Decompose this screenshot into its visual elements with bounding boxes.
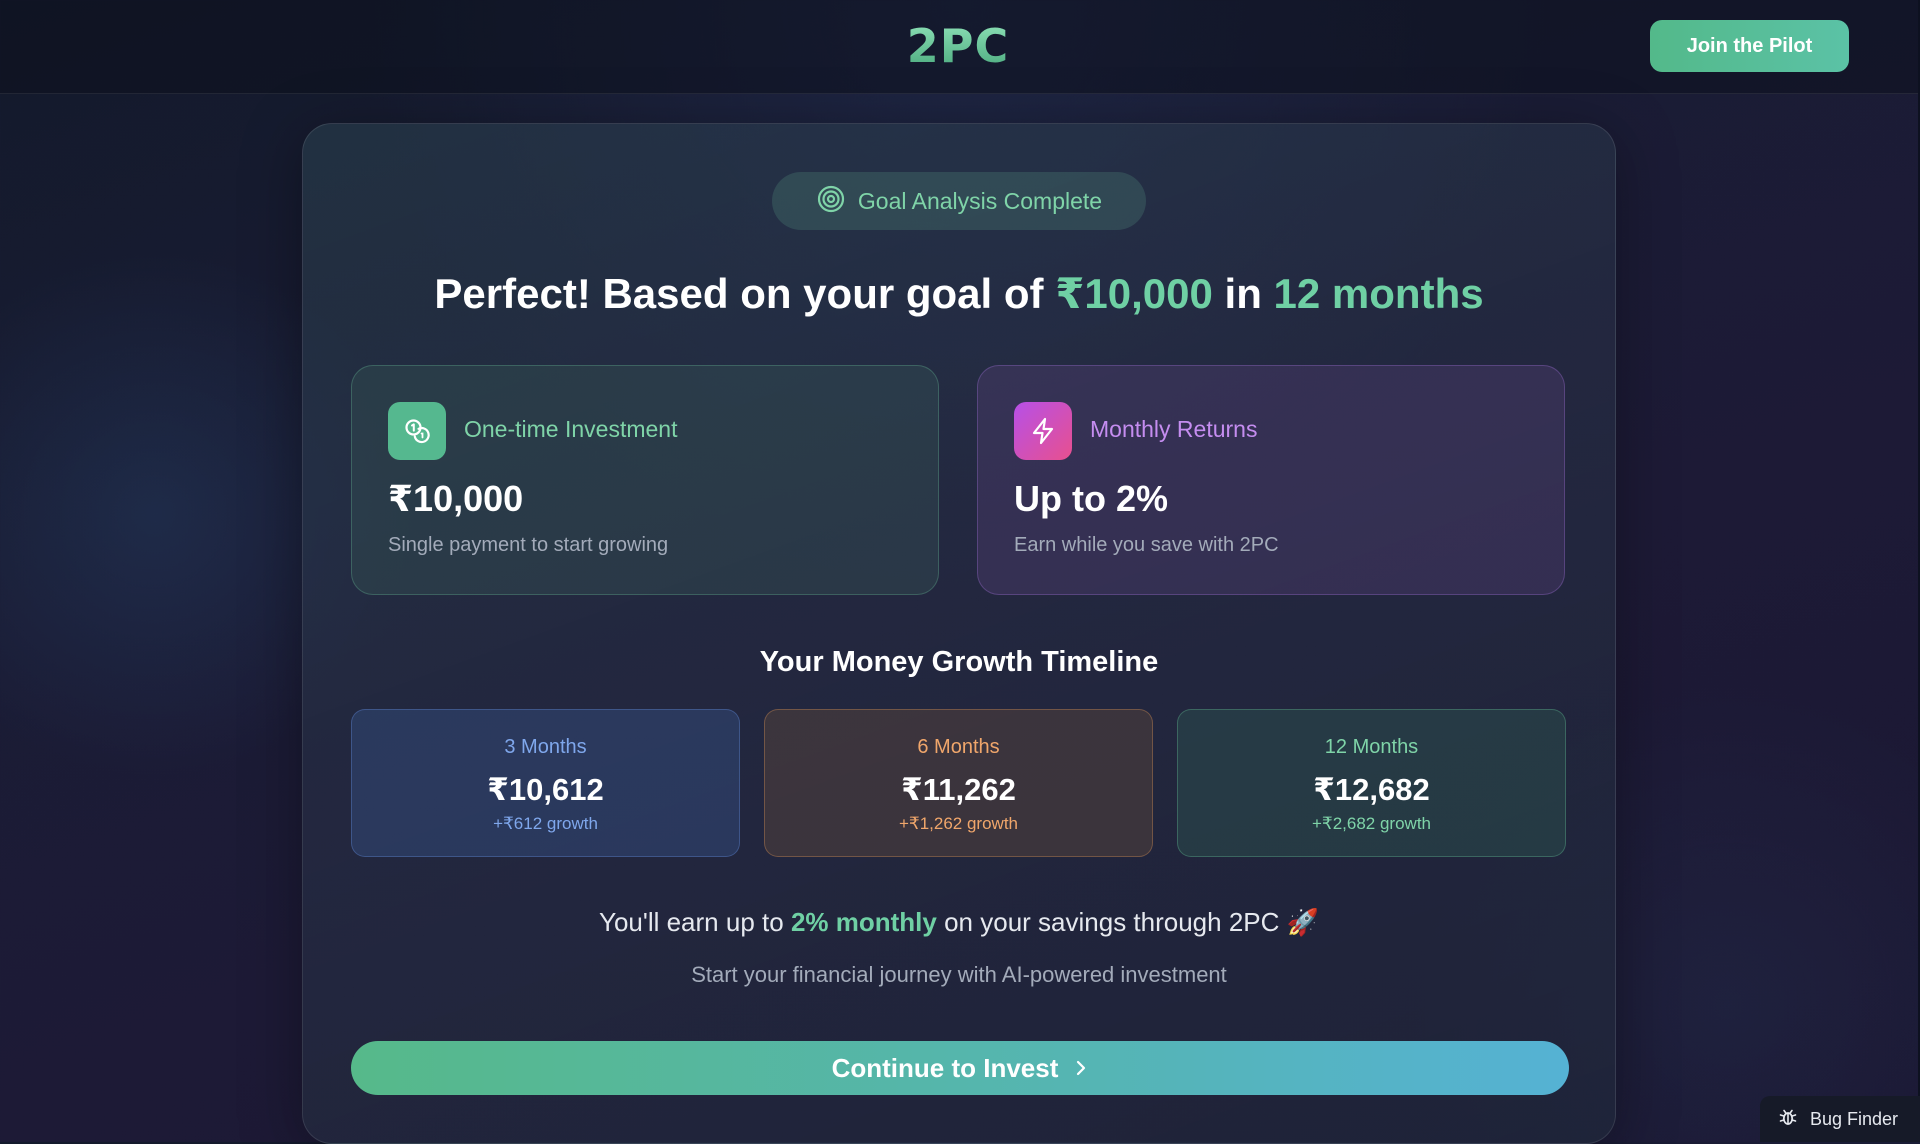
timeline-card-12-months: 12 Months ₹12,682 +₹2,682 growth (1177, 709, 1566, 857)
rocket-icon: 🚀 (1286, 907, 1320, 937)
one-time-investment-card: One-time Investment ₹10,000 Single payme… (351, 365, 939, 595)
timeline-card-6-months: 6 Months ₹11,262 +₹1,262 growth (764, 709, 1153, 857)
timeline-period: 6 Months (917, 736, 1000, 758)
timeline-growth: +₹2,682 growth (1311, 814, 1432, 833)
logo[interactable]: 2PC (890, 20, 1026, 72)
analysis-complete-badge: Goal Analysis Complete (772, 172, 1146, 230)
cta-label: Continue to Invest (831, 1052, 1059, 1083)
continue-to-invest-button[interactable]: Continue to Invest (351, 1041, 1569, 1095)
timeline-title: Your Money Growth Timeline (759, 646, 1159, 678)
lightning-icon (1014, 402, 1072, 460)
goal-analysis-card: Goal Analysis Complete Perfect! Based on… (302, 123, 1616, 1144)
journey-subtitle: Start your financial journey with AI-pow… (691, 962, 1227, 987)
timeline-period: 3 Months (504, 736, 587, 758)
coins-icon (388, 402, 446, 460)
returns-rate: Up to 2% (1014, 478, 1169, 519)
headline-duration: 12 months (1273, 270, 1484, 317)
bug-finder-button[interactable]: Bug Finder (1760, 1096, 1920, 1142)
timeline-period: 12 Months (1324, 736, 1419, 758)
monthly-returns-card: Monthly Returns Up to 2% Earn while you … (977, 365, 1565, 595)
headline-prefix: Perfect! Based on your goal of (434, 270, 1044, 317)
chevron-right-icon (1074, 1053, 1088, 1084)
bug-finder-label: Bug Finder (1810, 1108, 1899, 1129)
earn-prefix: You'll earn up to (598, 907, 784, 937)
bug-icon (1778, 1107, 1798, 1132)
card-subtitle: Earn while you save with 2PC (1014, 534, 1279, 556)
timeline-card-3-months: 3 Months ₹10,612 +₹612 growth (351, 709, 740, 857)
timeline-amount: ₹11,262 (901, 772, 1016, 807)
headline-connector: in (1224, 270, 1262, 317)
headline-amount: ₹10,000 (1055, 270, 1213, 317)
earnings-statement: You'll earn up to 2% monthly on your sav… (303, 907, 1615, 938)
timeline-growth: +₹612 growth (493, 814, 598, 833)
top-navigation-bar: 2PC Join the Pilot (0, 0, 1920, 94)
badge-label: Goal Analysis Complete (857, 187, 1103, 214)
target-icon (816, 184, 846, 219)
timeline-amount: ₹12,682 (1313, 772, 1430, 807)
investment-amount: ₹10,000 (388, 478, 524, 519)
timeline-amount: ₹10,612 (487, 772, 604, 807)
earn-highlight: 2% monthly (790, 907, 937, 937)
card-title: One-time Investment (464, 416, 678, 442)
card-subtitle: Single payment to start growing (388, 534, 669, 556)
timeline-growth: +₹1,262 growth (898, 814, 1019, 833)
join-pilot-button[interactable]: Join the Pilot (1650, 20, 1849, 72)
goal-headline: Perfect! Based on your goal of ₹10,000 i… (303, 264, 1615, 324)
card-title: Monthly Returns (1090, 416, 1258, 442)
earn-suffix: on your savings through 2PC (944, 907, 1280, 937)
